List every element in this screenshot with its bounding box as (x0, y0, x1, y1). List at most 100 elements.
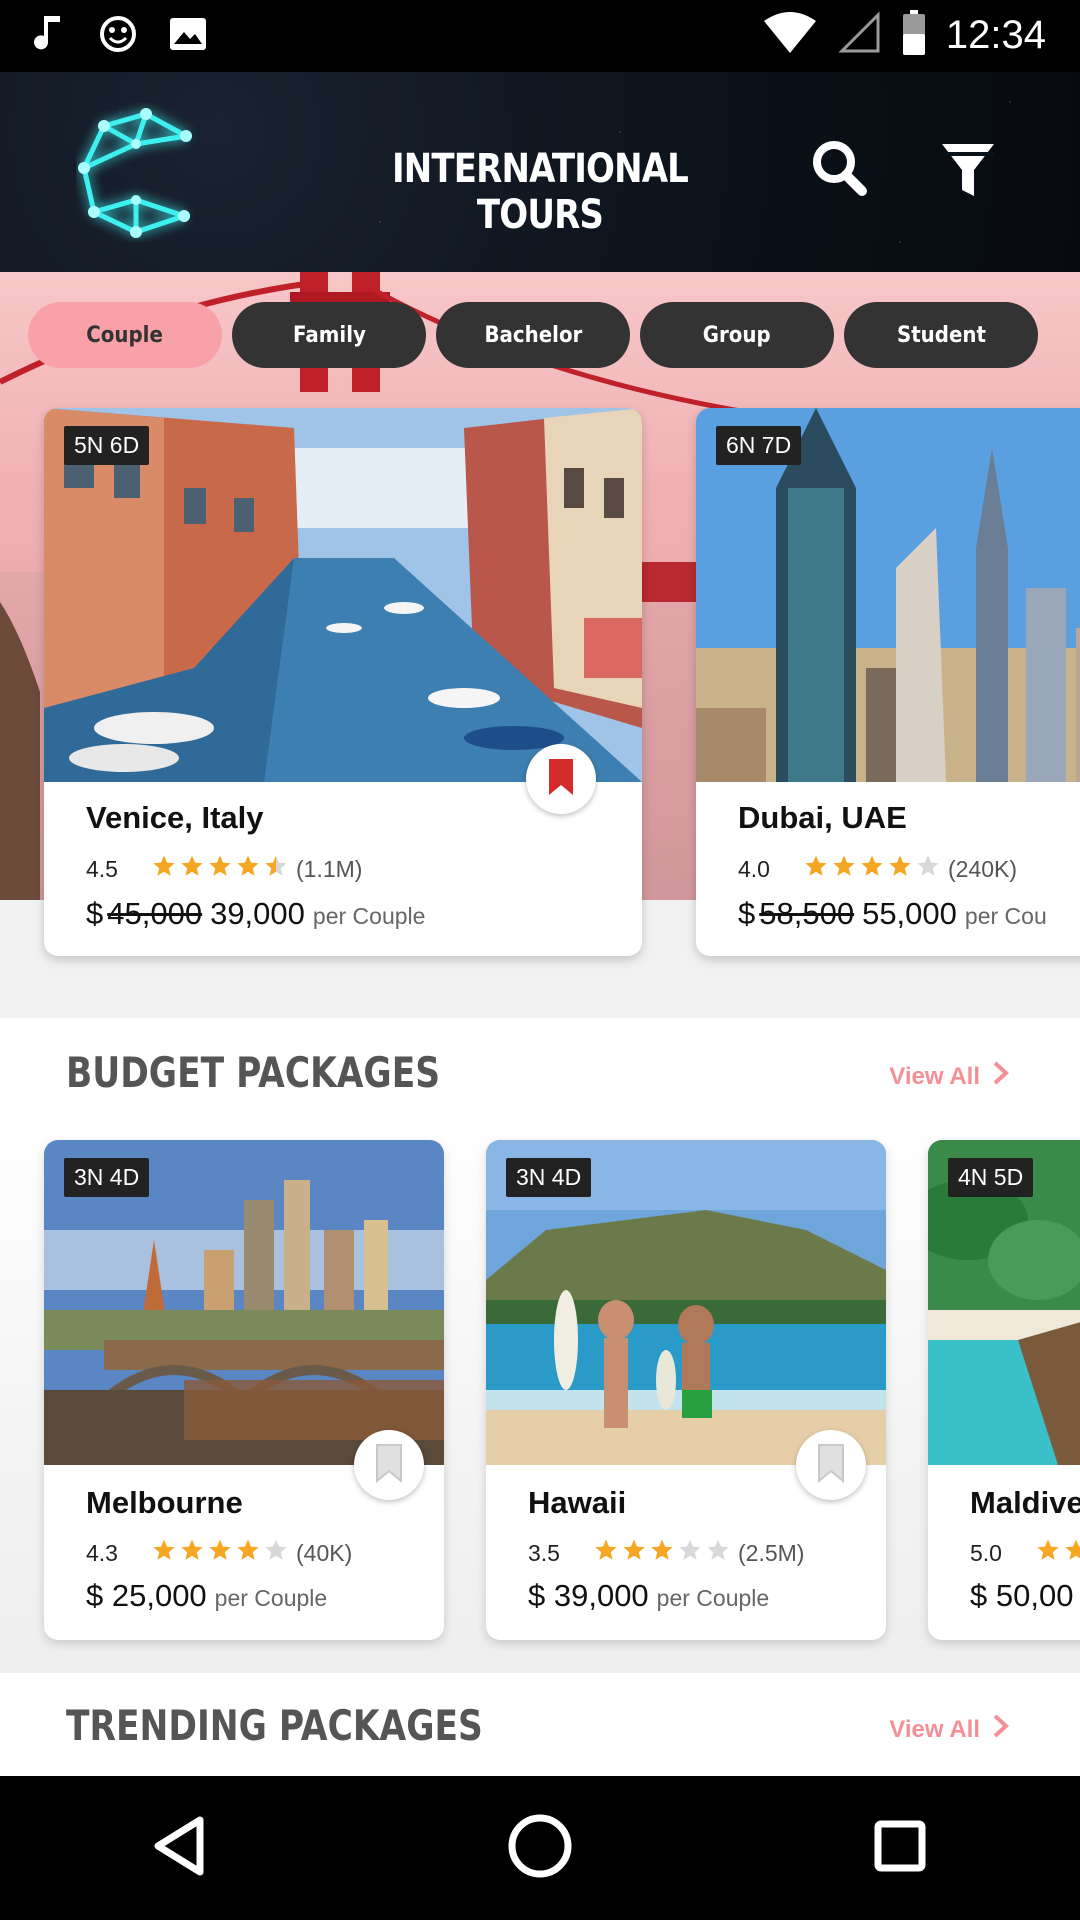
featured-card-venice[interactable]: 5N 6D Venice, Italy 4.5 (1.1M) $ 45,000 … (44, 408, 642, 956)
melbourne-photo: 3N 4D (44, 1140, 444, 1465)
star-icon (236, 854, 260, 884)
featured-card-dubai[interactable]: 6N 7D Dubai, UAE 4.0 (240K) $ 58,500 55,… (696, 408, 1080, 956)
star-icon (594, 1538, 618, 1568)
bookmark-button[interactable] (354, 1430, 424, 1500)
app-logo[interactable] (76, 102, 206, 242)
chip-couple[interactable]: Couple (28, 302, 222, 368)
search-button[interactable] (800, 130, 880, 210)
currency: $ (738, 896, 756, 931)
price: 39,000 (210, 896, 305, 931)
view-all-link[interactable]: View All (889, 1060, 1010, 1093)
back-button[interactable] (135, 1803, 225, 1893)
bookmark-filled-icon (547, 757, 575, 802)
chip-group[interactable]: Group (640, 302, 834, 368)
music-note-icon (34, 14, 68, 59)
price-row: $ 58,500 55,000 per Cou (738, 896, 1047, 932)
destination-name: Hawaii (528, 1485, 627, 1520)
status-bar: 12:34 (0, 0, 1080, 72)
bookmark-outline-icon (375, 1443, 403, 1488)
section-title: TRENDING PACKAGES (66, 1701, 483, 1750)
star-icon (678, 1538, 702, 1568)
rating-row: 4.5 (1.1M) (86, 854, 362, 884)
home-button[interactable] (495, 1803, 585, 1893)
duration-badge: 3N 4D (64, 1158, 150, 1197)
star-icon (804, 854, 828, 884)
currency: $ (86, 896, 104, 931)
bookmark-button[interactable] (526, 744, 596, 814)
review-count: (1.1M) (296, 855, 363, 882)
rating-row: 4.3 (40K) (86, 1538, 352, 1568)
chip-student[interactable]: Student (844, 302, 1038, 368)
price-unit: per Couple (312, 903, 426, 929)
package-card-maldives[interactable]: 4N 5D Maldive 5.0 $ 50,00 (928, 1140, 1080, 1640)
chevron-right-icon (992, 1713, 1010, 1746)
star-icon (706, 1538, 730, 1568)
star-rating (804, 854, 940, 884)
price: $ 25,000 (86, 1578, 207, 1613)
system-nav-bar (0, 1776, 1080, 1920)
filter-button[interactable] (928, 130, 1008, 210)
maldives-photo: 4N 5D (928, 1140, 1080, 1465)
star-icon (264, 1538, 288, 1568)
battery-icon (902, 10, 926, 61)
price-unit: per Couple (656, 1585, 770, 1611)
star-icon (650, 1538, 674, 1568)
app-screen: 12:34 INTERNATIONAL TOURS Couple Family … (0, 0, 1080, 1920)
star-icon (152, 854, 176, 884)
rating-row: 4.0 (240K) (738, 854, 1017, 884)
review-count: (240K) (948, 855, 1018, 882)
rating-row: 5.0 (970, 1538, 1080, 1568)
package-card-hawaii[interactable]: 3N 4D Hawaii 3.5 (2.5M) $ 39,000 per Cou… (486, 1140, 886, 1640)
app-header: INTERNATIONAL TOURS (0, 72, 1080, 272)
destination-name: Venice, Italy (86, 800, 264, 835)
signal-icon (838, 11, 882, 60)
wifi-icon (762, 11, 818, 60)
recents-button[interactable] (855, 1803, 945, 1893)
featured-section: Couple Family Bachelor Group Student 5N … (0, 272, 1080, 1018)
price-row: $ 50,00 (970, 1578, 1073, 1614)
star-icon (916, 854, 940, 884)
old-price: 58,500 (759, 896, 855, 931)
star-icon (832, 854, 856, 884)
price: 55,000 (862, 896, 957, 931)
package-card-melbourne[interactable]: 3N 4D Melbourne 4.3 (40K) $ 25,000 per C… (44, 1140, 444, 1640)
duration-badge: 3N 4D (506, 1158, 592, 1197)
rating-value: 4.3 (86, 1539, 118, 1566)
price-unit: per Cou (964, 903, 1047, 929)
star-rating (152, 1538, 288, 1568)
filter-icon (928, 144, 1008, 214)
back-icon (150, 1814, 210, 1883)
rating-value: 3.5 (528, 1539, 560, 1566)
page-title: INTERNATIONAL TOURS (392, 146, 689, 238)
star-icon (208, 1538, 232, 1568)
category-chips: Couple Family Bachelor Group Student (28, 302, 1038, 368)
price-unit: per Couple (214, 1585, 328, 1611)
review-count: (2.5M) (738, 1539, 805, 1566)
star-rating (1036, 1538, 1080, 1568)
hawaii-photo: 3N 4D (486, 1140, 886, 1465)
star-icon (180, 1538, 204, 1568)
bookmark-outline-icon (817, 1443, 845, 1488)
price: $ 50,00 (970, 1578, 1074, 1613)
rating-row: 3.5 (2.5M) (528, 1538, 804, 1568)
price-row: $ 45,000 39,000 per Couple (86, 896, 425, 932)
price-row: $ 39,000 per Couple (528, 1578, 769, 1614)
bookmark-button[interactable] (796, 1430, 866, 1500)
star-icon (1064, 1538, 1080, 1568)
star-icon (860, 854, 884, 884)
venice-photo: 5N 6D (44, 408, 642, 782)
star-icon (622, 1538, 646, 1568)
chip-family[interactable]: Family (232, 302, 426, 368)
star-rating (594, 1538, 730, 1568)
view-all-link[interactable]: View All (889, 1713, 1010, 1746)
clock: 12:34 (945, 13, 1046, 57)
star-icon (236, 1538, 260, 1568)
rating-value: 5.0 (970, 1539, 1002, 1566)
section-title: BUDGET PACKAGES (66, 1048, 441, 1097)
chip-bachelor[interactable]: Bachelor (436, 302, 630, 368)
home-icon (505, 1811, 575, 1886)
star-icon (208, 854, 232, 884)
chevron-right-icon (992, 1060, 1010, 1093)
star-icon (264, 854, 288, 884)
rating-value: 4.5 (86, 855, 118, 882)
